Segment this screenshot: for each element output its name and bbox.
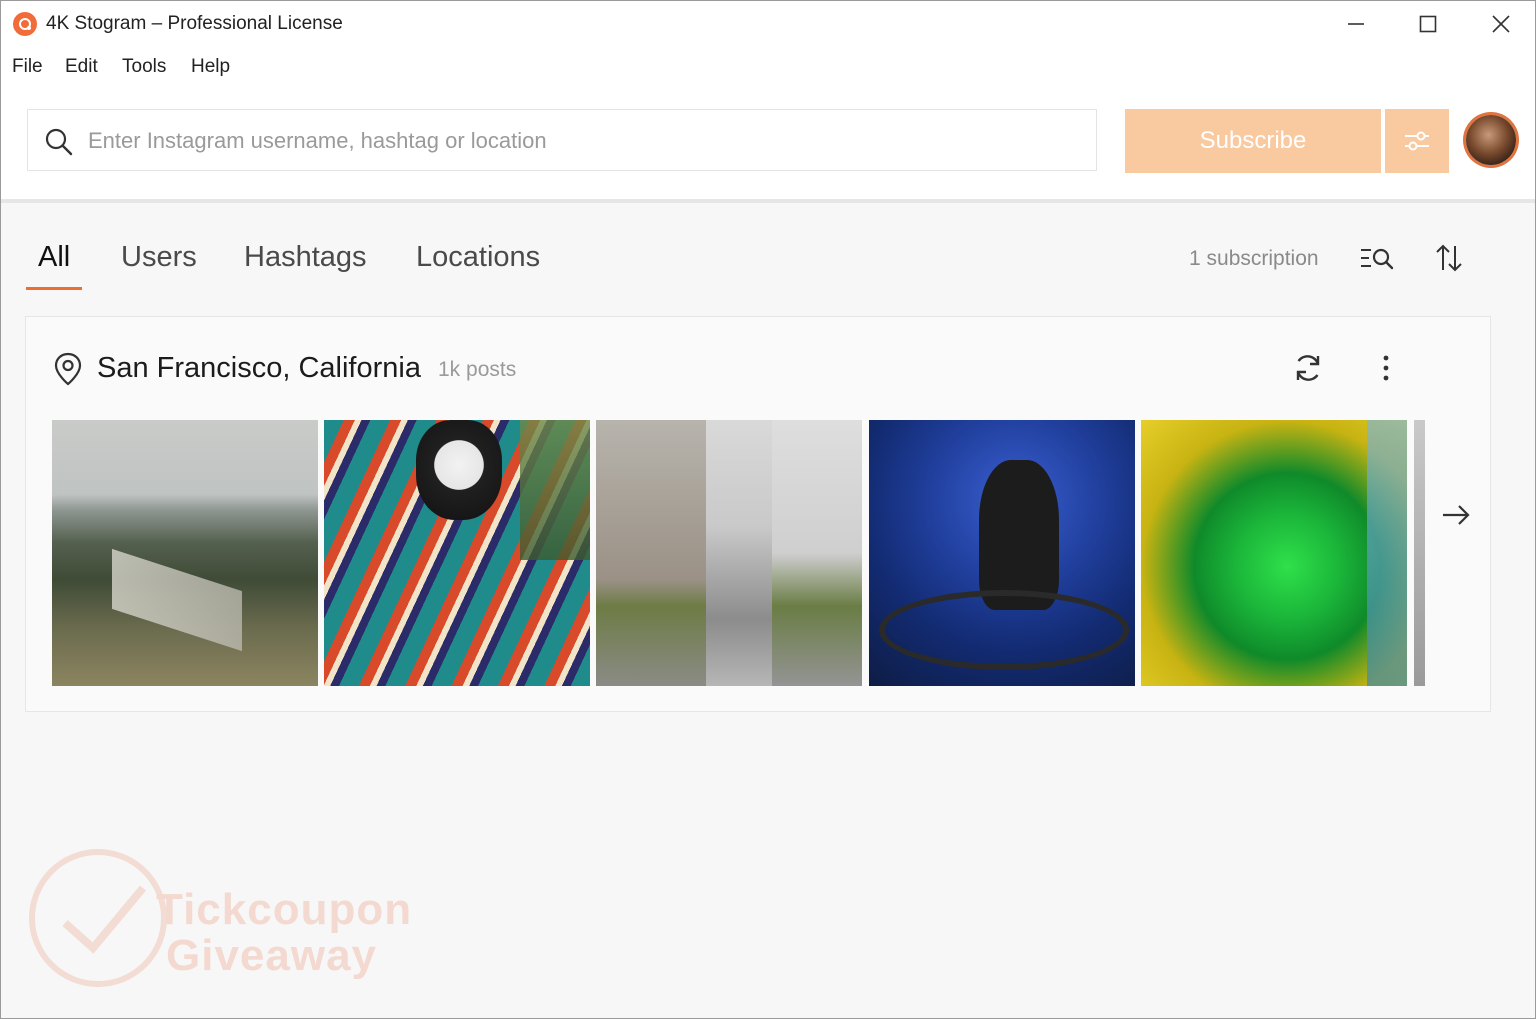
watermark-line1: Tickcoupon (156, 885, 413, 934)
tab-users[interactable]: Users (121, 241, 197, 274)
app-window: 4K Stogram – Professional License File E… (0, 0, 1536, 1019)
menu-help[interactable]: Help (191, 56, 230, 78)
active-tab-indicator (26, 287, 82, 290)
watermark-check-icon (29, 849, 167, 987)
window-title: 4K Stogram – Professional License (46, 13, 343, 34)
post-thumbnail-street[interactable] (596, 420, 862, 686)
watermark-line2: Giveaway (166, 931, 378, 980)
tab-locations[interactable]: Locations (416, 241, 540, 274)
subscribe-button[interactable]: Subscribe (1125, 109, 1381, 173)
close-button[interactable] (1466, 1, 1535, 47)
search-box (27, 109, 1097, 171)
refresh-icon (1296, 355, 1320, 381)
title-bar: 4K Stogram – Professional License (1, 1, 1535, 47)
menu-tools[interactable]: Tools (122, 56, 166, 78)
next-posts-button[interactable] (1438, 497, 1474, 533)
maximize-button[interactable] (1393, 1, 1463, 47)
post-thumbnail-partial[interactable] (1414, 420, 1425, 686)
tab-all[interactable]: All (38, 241, 70, 274)
app-logo-icon (13, 12, 37, 36)
post-thumbnail-hillside[interactable] (52, 420, 318, 686)
tab-hashtags[interactable]: Hashtags (244, 241, 367, 274)
post-thumbnail-plant[interactable] (1141, 420, 1407, 686)
more-options-button[interactable] (1369, 349, 1403, 387)
arrow-right-icon (1443, 505, 1470, 525)
toolbar: Subscribe (1, 87, 1535, 203)
close-icon (1492, 15, 1510, 33)
menu-bar: File Edit Tools Help (1, 47, 1535, 87)
minimize-button[interactable] (1321, 1, 1391, 47)
sort-icon (1436, 244, 1462, 272)
menu-edit[interactable]: Edit (65, 56, 98, 78)
sort-button[interactable] (1431, 241, 1467, 275)
post-thumbnail-bicycle[interactable] (869, 420, 1135, 686)
post-thumbnail-dog[interactable] (324, 420, 590, 686)
menu-file[interactable]: File (12, 56, 43, 78)
more-vertical-icon (1383, 355, 1389, 381)
maximize-icon (1419, 15, 1437, 33)
user-avatar[interactable] (1466, 115, 1516, 165)
search-icon (45, 128, 73, 156)
sliders-icon (1405, 131, 1429, 151)
subscription-count: 1 subscription (1189, 247, 1319, 270)
search-input[interactable] (86, 120, 1080, 162)
post-count: 1k posts (438, 358, 517, 381)
location-title[interactable]: San Francisco, California (97, 352, 421, 385)
location-pin-icon (54, 352, 82, 386)
search-subscriptions-button[interactable] (1357, 241, 1397, 275)
refresh-button[interactable] (1289, 349, 1327, 387)
minimize-icon (1348, 23, 1364, 25)
subscription-settings-button[interactable] (1385, 109, 1449, 173)
list-search-icon (1361, 248, 1394, 270)
